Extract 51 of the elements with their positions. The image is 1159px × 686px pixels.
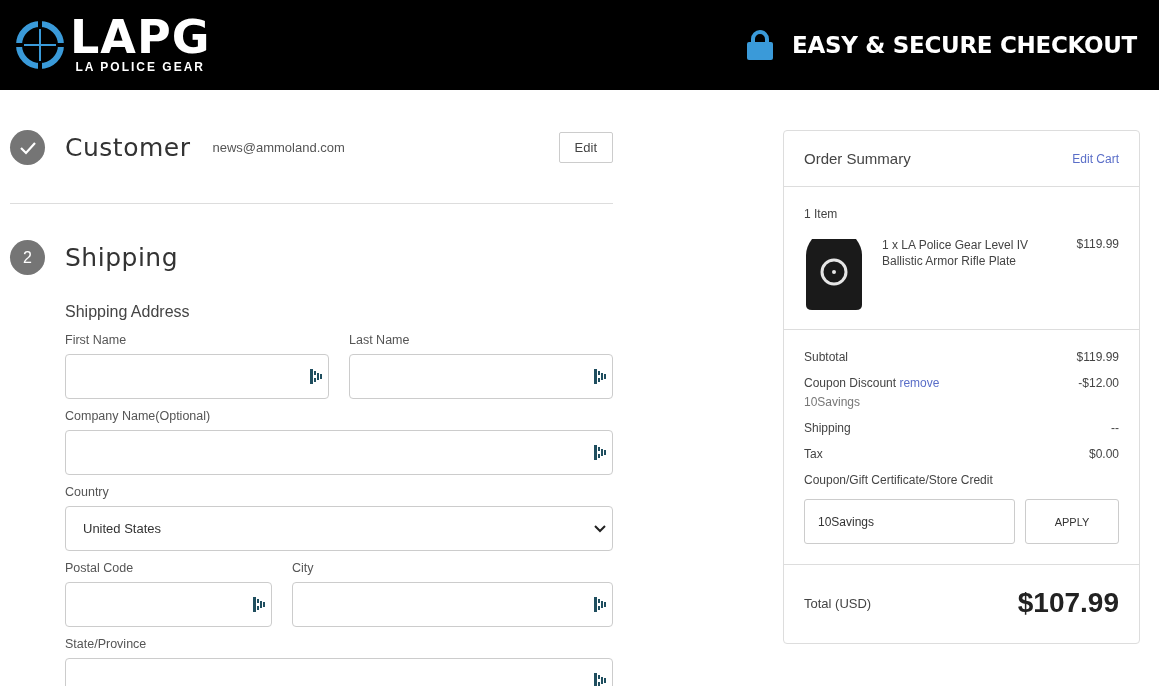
item-count: 1 Item [804, 207, 838, 221]
password-manager-icon [594, 673, 606, 686]
password-manager-icon [594, 597, 606, 612]
line-label: Coupon Discount [804, 376, 897, 390]
total-value: $107.99 [1017, 587, 1119, 619]
input-field[interactable] [65, 430, 613, 475]
apply-button[interactable]: APPLY [1025, 499, 1119, 544]
crosshair-logo-icon [14, 19, 66, 71]
total-label: Total (USD) [804, 595, 872, 611]
field-label: Country [65, 485, 110, 499]
step-number: 2 [10, 240, 45, 275]
coupon-label: Coupon/Gift Certificate/Store Credit [804, 473, 993, 487]
input-field[interactable] [292, 582, 613, 627]
chevron-down-icon [594, 524, 606, 533]
card-title: Order Summary [804, 150, 911, 167]
input-field[interactable] [65, 582, 272, 627]
line-value: -- [1111, 421, 1119, 435]
customer-email: news@ammoland.com [212, 140, 345, 155]
country-select[interactable]: United States [65, 506, 613, 551]
line-value: $119.99 [1076, 350, 1119, 364]
line-value: -$12.00 [1078, 376, 1119, 392]
item-price: $119.99 [1076, 237, 1119, 251]
coupon-code: 10Savings [804, 395, 862, 409]
logo-text: LAPG [70, 16, 211, 58]
logo-tagline: LA POLICE GEAR [75, 60, 205, 74]
step-title: Customer [65, 133, 191, 162]
section-title: Shipping Address [65, 303, 191, 321]
line-value: $0.00 [1088, 447, 1119, 461]
secure-checkout-label: EASY & SECURE CHECKOUT [792, 32, 1137, 58]
input-field[interactable] [349, 354, 613, 399]
password-manager-icon [594, 445, 606, 460]
lock-icon [746, 30, 775, 60]
edit-cart-link[interactable]: Edit Cart [1072, 151, 1119, 166]
field-label: City [292, 561, 315, 575]
item-description: 1 x LA Police Gear Level IV Ballistic Armor Rifle Plate [882, 237, 1030, 269]
coupon-field[interactable]: 10Savings [804, 499, 1015, 544]
field-label: Company Name(Optional) [65, 409, 212, 423]
password-manager-icon [310, 369, 322, 384]
password-manager-icon [594, 369, 606, 384]
step-title: Shipping [65, 243, 179, 272]
input-field[interactable] [65, 354, 329, 399]
field-label: Last Name [349, 333, 411, 347]
field-label: State/Province [65, 637, 148, 651]
line-label: Subtotal [804, 350, 849, 364]
remove-link[interactable]: remove [899, 376, 940, 390]
field-label: Postal Code [65, 561, 135, 575]
line-label: Shipping [804, 421, 851, 435]
password-manager-icon [253, 597, 265, 612]
line-label: Tax [804, 447, 823, 461]
field-label: First Name [65, 333, 128, 347]
edit-button[interactable]: Edit [558, 132, 613, 163]
